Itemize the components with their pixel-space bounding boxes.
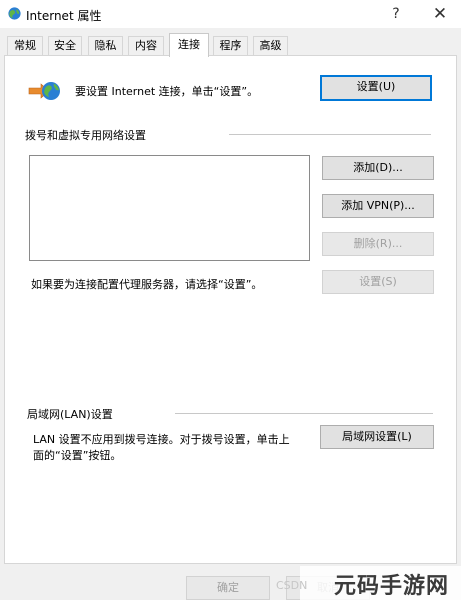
- remove-button[interactable]: 删除(R)...: [322, 232, 434, 256]
- setup-button[interactable]: 设置(U): [320, 75, 432, 101]
- tab-connections[interactable]: 连接: [169, 33, 209, 57]
- add-button[interactable]: 添加(D)...: [322, 156, 434, 180]
- settings-button[interactable]: 设置(S): [322, 270, 434, 294]
- close-button[interactable]: ✕: [420, 0, 460, 28]
- connections-list[interactable]: [29, 155, 310, 261]
- lan-description-line2: 面的“设置”按钮。: [33, 449, 122, 462]
- lan-heading: 局域网(LAN)设置: [27, 408, 113, 421]
- title-bar: Internet 属性 ? ✕: [0, 0, 461, 28]
- internet-options-icon: [8, 7, 21, 20]
- tab-content[interactable]: 内容: [128, 36, 164, 56]
- setup-description: 要设置 Internet 连接，单击“设置”。: [75, 85, 259, 98]
- tab-strip: 常规 安全 隐私 内容 连接 程序 高级: [0, 33, 461, 57]
- connections-panel: 要设置 Internet 连接，单击“设置”。 设置(U) 拨号和虚拟专用网络设…: [4, 55, 457, 564]
- dialup-divider: [229, 134, 431, 135]
- lan-description-line1: LAN 设置不应用到拨号连接。对于拨号设置，单击上: [33, 433, 290, 446]
- tab-advanced[interactable]: 高级: [253, 36, 288, 56]
- tab-programs[interactable]: 程序: [213, 36, 248, 56]
- add-vpn-button[interactable]: 添加 VPN(P)...: [322, 194, 434, 218]
- tab-general[interactable]: 常规: [7, 36, 43, 56]
- ok-button[interactable]: 确定: [186, 576, 270, 600]
- lan-settings-button[interactable]: 局域网设置(L): [320, 425, 434, 449]
- lan-divider: [175, 413, 433, 414]
- dialup-heading: 拨号和虚拟专用网络设置: [25, 129, 146, 142]
- help-button[interactable]: ?: [376, 0, 416, 28]
- brand-watermark: 元码手游网: [334, 573, 450, 599]
- tab-security[interactable]: 安全: [48, 36, 82, 56]
- csdn-watermark: CSDN: [276, 579, 308, 592]
- globe-connection-icon: [28, 82, 60, 100]
- proxy-hint: 如果要为连接配置代理服务器，请选择“设置”。: [31, 278, 263, 291]
- tab-privacy[interactable]: 隐私: [88, 36, 123, 56]
- window-title: Internet 属性: [26, 9, 102, 23]
